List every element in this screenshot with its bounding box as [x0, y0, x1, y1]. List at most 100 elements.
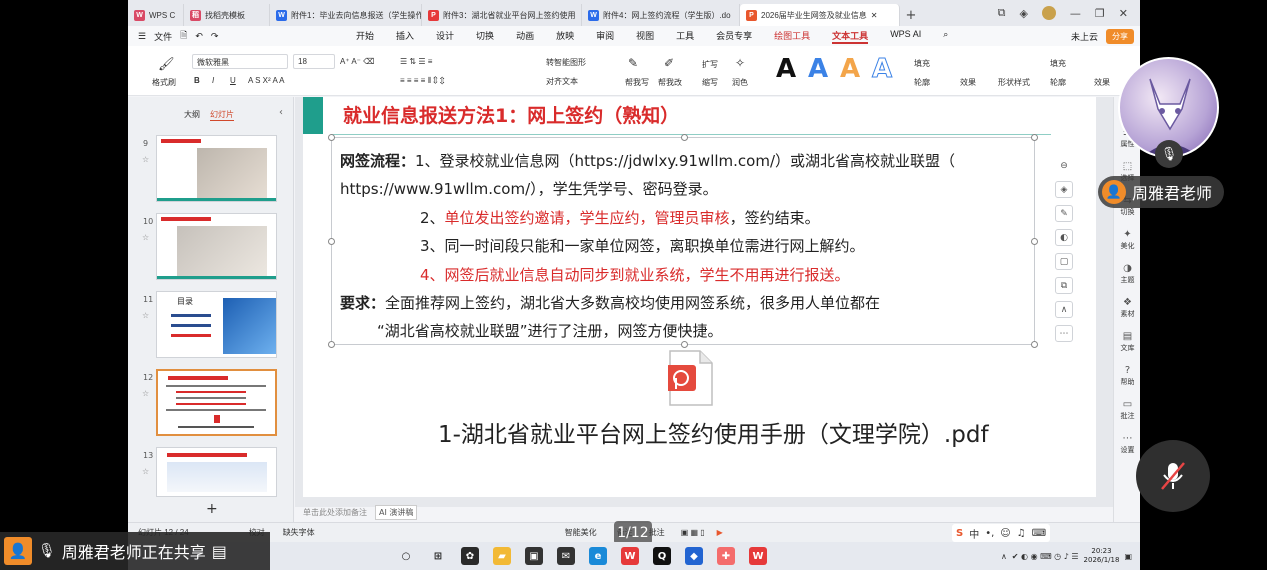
text-style-outline[interactable]: A	[871, 54, 892, 85]
search-icon[interactable]: ⌕	[943, 29, 948, 44]
play-slideshow-icon[interactable]: ▶	[717, 528, 723, 537]
menu-review[interactable]: 审阅	[596, 29, 614, 44]
resize-handle[interactable]	[681, 134, 688, 141]
slide-thumbnail[interactable]	[156, 213, 277, 280]
search-taskbar-icon[interactable]: ○	[397, 547, 415, 565]
tab-wps-home[interactable]: W WPS C	[128, 4, 184, 26]
underline-icon[interactable]: U	[230, 76, 236, 85]
menu-slideshow[interactable]: 放映	[556, 29, 574, 44]
text-fill-button[interactable]: 填充	[914, 58, 930, 69]
tab-docer[interactable]: 稻找稻壳模板	[184, 4, 270, 26]
share-button[interactable]: 分享	[1106, 28, 1134, 44]
expand-button[interactable]: 扩写	[702, 59, 718, 70]
wps-taskbar-icon[interactable]: W	[621, 547, 639, 565]
menu-wps-ai[interactable]: WPS AI	[890, 29, 921, 44]
align-icons[interactable]: ≡ ≡ ≡ ≡ ⫴ ⇕ ⇳	[400, 76, 444, 86]
new-tab-icon[interactable]: +	[900, 4, 922, 26]
collapse-panel-icon[interactable]: ‹	[279, 107, 283, 118]
save-icon[interactable]: 🗎	[180, 28, 187, 44]
resize-handle[interactable]	[1031, 238, 1038, 245]
explorer-icon[interactable]: ▰	[493, 547, 511, 565]
edge-icon[interactable]: e	[589, 547, 607, 565]
mic-small-icon[interactable]: 🎙	[38, 543, 56, 559]
mute-mic-button[interactable]	[1136, 440, 1210, 512]
view-normal-icon[interactable]: ▣ ▦ ▯	[681, 528, 705, 537]
help-edit-icon[interactable]: ✐	[664, 56, 674, 70]
grow-font-icon[interactable]: A⁺ A⁻ ⌫	[340, 57, 374, 66]
notification-icon[interactable]: ▣	[1124, 552, 1132, 561]
notes-placeholder[interactable]: 单击此处添加备注	[303, 507, 367, 518]
file-menu[interactable]: 文件	[154, 30, 172, 43]
slide-thumbnail[interactable]: 目录	[156, 291, 277, 358]
rb-library[interactable]: ▤ 文库	[1114, 331, 1140, 353]
italic-icon[interactable]: I	[212, 76, 214, 85]
ime-voice-icon[interactable]: ♫	[1017, 528, 1026, 539]
menu-insert[interactable]: 插入	[396, 29, 414, 44]
close-window-icon[interactable]: ✕	[1119, 7, 1128, 20]
app-icon[interactable]: ✿	[461, 547, 479, 565]
align-text-button[interactable]: 对齐文本	[546, 76, 578, 87]
rb-assets[interactable]: ❖ 素材	[1114, 297, 1140, 319]
menu-design[interactable]: 设计	[436, 29, 454, 44]
help-write-label[interactable]: 帮我写	[625, 77, 649, 88]
resize-handle[interactable]	[328, 238, 335, 245]
missing-font-button[interactable]: 缺失字体	[283, 527, 315, 538]
font-select[interactable]: 微软雅黑	[192, 54, 288, 69]
clock[interactable]: 20:23 2026/1/18	[1084, 547, 1120, 565]
help-edit-label[interactable]: 帮我改	[658, 77, 682, 88]
shape-outline-button[interactable]: 轮廓	[1050, 77, 1066, 88]
rb-help[interactable]: ? 帮助	[1114, 365, 1140, 387]
menu-drawing-tools[interactable]: 绘图工具	[774, 29, 810, 44]
ai-icon[interactable]: ∧	[1055, 301, 1073, 318]
text-outline-button[interactable]: 轮廓	[914, 77, 930, 88]
copy-icon[interactable]: ⧉	[1055, 277, 1073, 294]
restore-layout-icon[interactable]: ⧉	[998, 6, 1006, 20]
ime-keyboard-icon[interactable]: ⌨	[1032, 528, 1046, 539]
collapse-icon[interactable]: ⊖	[1055, 157, 1073, 174]
polish-label[interactable]: 润色	[732, 77, 748, 88]
text-effect-button[interactable]: 效果	[960, 77, 976, 88]
bold-icon[interactable]: B	[194, 76, 200, 85]
menu-member[interactable]: 会员专享	[716, 29, 752, 44]
taskview-icon[interactable]: ⊞	[429, 547, 447, 565]
slide-canvas[interactable]: 就业信息报送方法1：网上签约（熟知） 网签流程：1、登录校就业信息网（https…	[303, 97, 1096, 497]
resize-handle[interactable]	[328, 341, 335, 348]
qq-icon[interactable]: Q	[653, 547, 671, 565]
paragraph-icons[interactable]: ☰ ⇅ ☰ ≡	[400, 57, 432, 66]
rb-beautify[interactable]: ✦ 美化	[1114, 229, 1140, 251]
smart-shape-button[interactable]: 转智能图形	[546, 57, 586, 68]
minimize-icon[interactable]: —	[1070, 7, 1081, 20]
tray-icons[interactable]: ✔ ◐ ◉ ⌨ ◷ ♪ ☰	[1012, 552, 1079, 561]
more-icon[interactable]: ⋯	[1055, 325, 1073, 342]
resize-handle[interactable]	[1031, 134, 1038, 141]
tab-active-ppt[interactable]: P 2026届毕业生网签及就业信息 ✕	[740, 4, 900, 26]
pen-icon[interactable]: ✎	[1055, 205, 1073, 222]
tab-attachment1[interactable]: W 附件1：毕业去向信息报送（学生操作	[270, 4, 422, 26]
text-style-black[interactable]: A	[776, 54, 796, 84]
resize-handle[interactable]	[328, 134, 335, 141]
close-icon[interactable]: ✕	[871, 11, 878, 20]
slide-thumbnail[interactable]	[156, 447, 277, 497]
rb-comments[interactable]: ▭ 批注	[1114, 399, 1140, 421]
tab-slides[interactable]: 幻灯片	[210, 109, 234, 121]
user-avatar[interactable]	[1041, 6, 1056, 20]
text-effects-icon[interactable]: A S X² A A	[248, 76, 284, 85]
help-write-icon[interactable]: ✎	[628, 56, 638, 70]
slide-thumbnail-selected[interactable]	[156, 369, 277, 436]
crop-icon[interactable]: ▢	[1055, 253, 1073, 270]
ime-mode[interactable]: 中	[969, 526, 979, 541]
layers-icon[interactable]: ◈	[1055, 181, 1073, 198]
ime-logo-icon[interactable]: S	[956, 528, 963, 539]
add-slide-icon[interactable]: +	[206, 501, 218, 517]
store-icon[interactable]: ▣	[525, 547, 543, 565]
ai-speech-button[interactable]: AI 演讲稿	[375, 505, 418, 520]
rb-theme[interactable]: ◑ 主题	[1114, 263, 1140, 285]
pdf-file-caption[interactable]: 1-湖北省就业平台网上签约使用手册（文理学院）.pdf	[438, 415, 989, 449]
shape-fill-button[interactable]: 填充	[1050, 58, 1066, 69]
slide-title[interactable]: 就业信息报送方法1：网上签约（熟知）	[343, 101, 679, 128]
font-size-select[interactable]: 18	[293, 54, 335, 69]
slide-thumbnail[interactable]	[156, 135, 277, 202]
menu-view[interactable]: 视图	[636, 29, 654, 44]
wps2-taskbar-icon[interactable]: W	[749, 547, 767, 565]
menu-animation[interactable]: 动画	[516, 29, 534, 44]
